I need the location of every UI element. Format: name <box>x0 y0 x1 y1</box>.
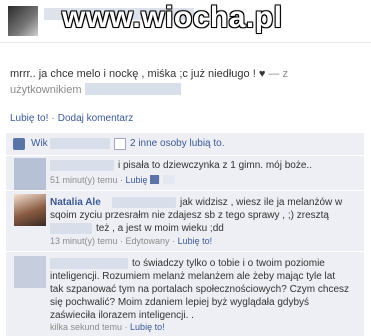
comment-1-author-redacted[interactable] <box>50 160 114 171</box>
comment-2-author[interactable]: Natalia Ale <box>50 197 101 208</box>
post-from-sep: — z <box>268 68 288 80</box>
watermark: www.wiocha.pl <box>62 1 283 34</box>
likes-others[interactable]: 2 inne osoby lubią to. <box>130 138 225 149</box>
comment-3-text-2: inteligencji. Rozumiem melanż melanżem a… <box>50 271 336 282</box>
comment-2-edited: Edytowany <box>125 236 170 246</box>
liker-name-redacted[interactable] <box>50 138 110 149</box>
comment-3-meta: kilka sekund temu · Lubię to! <box>50 322 165 332</box>
comment-2-avatar[interactable] <box>14 194 46 226</box>
comment-3-time[interactable]: kilka sekund temu <box>50 322 122 332</box>
comment-link[interactable]: Dodaj komentarz <box>58 113 134 124</box>
comment-2-text-2: sqoim zyciu przesrałm nie zdajesz sb z t… <box>50 210 329 221</box>
comment-1-thumbs-up-icon <box>150 175 159 184</box>
comment-1-time[interactable]: 51 minut(y) temu <box>50 175 118 185</box>
header-divider <box>0 42 371 43</box>
comment-3-avatar[interactable] <box>14 256 46 288</box>
comment-1-like-count-redacted <box>163 175 175 184</box>
post-body: mrrr.. ja chce melo i nockę , miśka ;c j… <box>10 66 360 98</box>
comment-3-text-4: się pochwalić? Moim zdaniem lepiej byż w… <box>50 297 310 308</box>
comment-3-author-redacted[interactable] <box>50 258 128 269</box>
tagged-user-redacted[interactable] <box>84 83 181 95</box>
comment-2-meta: 13 minut(y) temu · Edytowany · Lubię to! <box>50 236 213 246</box>
comment-2-line-1: Natalia Ale <box>50 196 101 209</box>
blur-box <box>114 138 126 150</box>
comment-2-text-3: też , a jest w moim wieku ;dd <box>96 223 224 234</box>
comment-2-time[interactable]: 13 minut(y) temu <box>50 236 118 246</box>
thumbs-up-icon <box>13 138 25 150</box>
comment-1-meta: 51 minut(y) temu · Lubię to! <box>50 175 161 185</box>
comment-1-avatar[interactable] <box>14 158 46 190</box>
author-avatar[interactable] <box>8 6 38 36</box>
comment-3-text-3: tak szpanować tym na portalach społeczno… <box>50 284 350 295</box>
comment-2-author-surname-redacted <box>112 197 176 208</box>
comment-3-text-1: to świadczy tylko o tobie i o twoim pozi… <box>132 258 325 269</box>
actions-separator: · <box>51 113 55 124</box>
likes-first-name[interactable]: Wik <box>31 138 48 149</box>
comment-1-text: i pisała to dziewczynka z 1 gimn. mój bo… <box>118 160 312 171</box>
post-actions: Lubię to! · Dodaj komentarz <box>10 113 133 124</box>
like-link[interactable]: Lubię to! <box>10 113 48 124</box>
comment-2-mention-redacted[interactable] <box>50 223 92 234</box>
post-from-label: użytkownikiem <box>10 84 82 96</box>
comment-3-like[interactable]: Lubię to! <box>130 322 165 332</box>
comment-2-like[interactable]: Lubię to! <box>178 236 213 246</box>
comment-3-text-5: zaświeciła ilorazem inteligencji. . <box>50 310 194 321</box>
post-text: mrrr.. ja chce melo i nockę , miśka ;c j… <box>10 68 266 80</box>
comment-2-text-1: jak widzisz , wiesz ile ja melanżów w <box>180 197 343 208</box>
